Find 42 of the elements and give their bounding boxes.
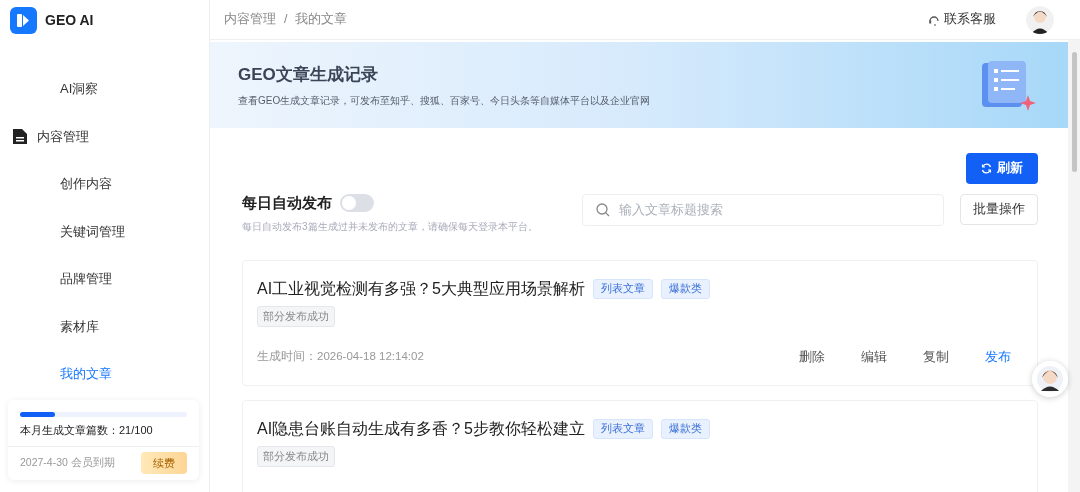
app-name: GEO AI — [45, 10, 94, 30]
nav-group[interactable]: 内容管理 — [0, 112, 209, 160]
breadcrumb-separator: / — [284, 11, 288, 29]
page-subtitle: 查看GEO生成文章记录，可发布至知乎、搜狐、百家号、今日头条等自媒体平台以及企业官网 — [238, 93, 651, 108]
nav-item[interactable]: 创作内容 — [0, 160, 209, 208]
refresh-button[interactable]: 刷新 — [966, 153, 1038, 184]
breadcrumb-item[interactable]: 我的文章 — [295, 10, 348, 29]
batch-action-button[interactable]: 批量操作 — [960, 194, 1038, 226]
renew-button[interactable]: 续费 — [141, 451, 187, 474]
nav-item[interactable]: 品牌管理 — [0, 255, 209, 303]
auto-publish-toggle[interactable] — [340, 194, 374, 212]
action-link[interactable]: 发布 — [985, 346, 1011, 367]
auto-publish-hint: 每日自动发布3篇生成过并未发布的文章，请确保每天登录本平台。 — [242, 220, 538, 235]
article-title[interactable]: AI隐患台账自动生成有多香？5步教你轻松建立 — [257, 417, 585, 442]
user-avatar[interactable] — [1026, 5, 1054, 34]
article-title[interactable]: AI工业视觉检测有多强？5大典型应用场景解析 — [257, 277, 585, 302]
app-logo — [10, 6, 37, 34]
generated-time: 生成时间：2026-04-18 12:14:02 — [257, 348, 424, 364]
nav-item[interactable]: 素材库 — [0, 302, 209, 350]
usage-text: 本月生成文章篇数：21/100 — [19, 423, 154, 438]
expiry-text: 2027-4-30 会员到期 — [20, 454, 115, 470]
assistant-avatar[interactable] — [1032, 361, 1068, 397]
refresh-icon — [981, 162, 992, 174]
page-title: GEO文章生成记录 — [238, 64, 379, 87]
action-link[interactable]: 删除 — [799, 346, 825, 367]
publish-status: 部分发布成功 — [257, 446, 335, 467]
breadcrumb-item[interactable]: 内容管理 — [224, 10, 276, 29]
document-icon — [12, 127, 28, 145]
publish-status: 部分发布成功 — [257, 306, 335, 327]
article-tag: 列表文章 — [593, 419, 653, 440]
auto-publish-label: 每日自动发布 — [242, 192, 332, 213]
search-field[interactable]: 输入文章标题搜索 — [582, 193, 944, 226]
support-link[interactable]: 联系客服 — [922, 9, 1002, 30]
nav-item[interactable]: 我的文章 — [0, 350, 209, 398]
nav-item[interactable]: 关键词管理 — [0, 207, 209, 255]
nav-item[interactable]: AI洞察 — [0, 65, 209, 113]
headset-icon — [928, 13, 940, 26]
action-link[interactable]: 复制 — [923, 346, 949, 367]
article-tag: 爆款类 — [661, 279, 710, 300]
article-tag: 爆款类 — [661, 419, 710, 440]
article-tag: 列表文章 — [593, 279, 653, 300]
action-link[interactable]: 编辑 — [861, 346, 887, 367]
